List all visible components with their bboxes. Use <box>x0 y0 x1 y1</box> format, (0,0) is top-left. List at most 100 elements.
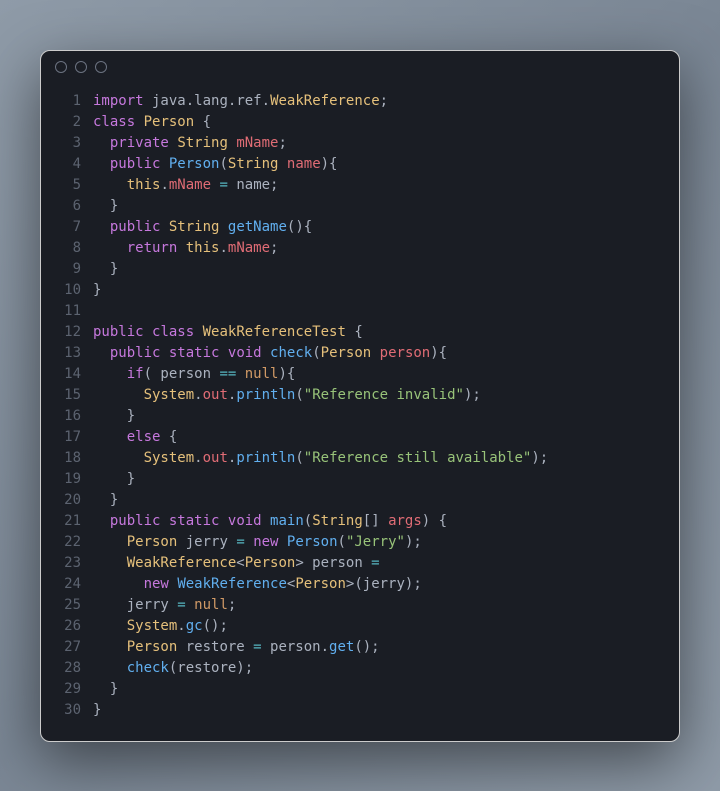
line-number: 19 <box>57 469 81 490</box>
token: WeakReference <box>270 93 380 109</box>
token <box>93 576 144 592</box>
token: String <box>177 135 228 151</box>
line-content: } <box>93 679 118 700</box>
code-line[interactable]: 25 jerry = null; <box>57 595 663 616</box>
token <box>93 450 144 466</box>
code-editor[interactable]: 1import java.lang.ref.WeakReference;2cla… <box>41 83 679 741</box>
token: public <box>93 324 144 340</box>
code-line[interactable]: 3 private String mName; <box>57 133 663 154</box>
token: < <box>236 555 244 571</box>
token <box>93 345 110 361</box>
code-line[interactable]: 22 Person jerry = new Person("Jerry"); <box>57 532 663 553</box>
token: ; <box>380 93 388 109</box>
token <box>236 366 244 382</box>
token <box>278 534 286 550</box>
token: [] <box>363 513 388 529</box>
line-number: 22 <box>57 532 81 553</box>
line-number: 3 <box>57 133 81 154</box>
token <box>93 156 110 172</box>
token: "Reference invalid" <box>304 387 464 403</box>
code-line[interactable]: 1import java.lang.ref.WeakReference; <box>57 91 663 112</box>
code-line[interactable]: 6 } <box>57 196 663 217</box>
token: = <box>236 534 244 550</box>
token: { <box>160 429 177 445</box>
token: get <box>329 639 354 655</box>
token: = <box>177 597 185 613</box>
line-content: private String mName; <box>93 133 287 154</box>
token: null <box>245 366 279 382</box>
token: WeakReference <box>127 555 237 571</box>
token <box>93 618 127 634</box>
traffic-light-close-icon[interactable] <box>55 61 67 73</box>
code-line[interactable]: 30} <box>57 700 663 721</box>
token: ); <box>405 534 422 550</box>
code-line[interactable]: 9 } <box>57 259 663 280</box>
code-line[interactable]: 23 WeakReference<Person> person = <box>57 553 663 574</box>
token: = <box>253 639 261 655</box>
line-content: public String getName(){ <box>93 217 312 238</box>
line-number: 20 <box>57 490 81 511</box>
code-line[interactable]: 27 Person restore = person.get(); <box>57 637 663 658</box>
code-line[interactable]: 13 public static void check(Person perso… <box>57 343 663 364</box>
line-content: WeakReference<Person> person = <box>93 553 380 574</box>
token <box>160 345 168 361</box>
token: Person <box>287 534 338 550</box>
token: ; <box>270 240 278 256</box>
token <box>93 513 110 529</box>
token <box>194 324 202 340</box>
line-content: if( person == null){ <box>93 364 295 385</box>
code-line[interactable]: 17 else { <box>57 427 663 448</box>
token: args <box>388 513 422 529</box>
code-line[interactable]: 15 System.out.println("Reference invalid… <box>57 385 663 406</box>
code-line[interactable]: 5 this.mName = name; <box>57 175 663 196</box>
code-line[interactable]: 20 } <box>57 490 663 511</box>
token: check <box>270 345 312 361</box>
line-number: 14 <box>57 364 81 385</box>
code-line[interactable]: 29 } <box>57 679 663 700</box>
token: ( person <box>144 366 220 382</box>
code-line[interactable]: 14 if( person == null){ <box>57 364 663 385</box>
line-number: 5 <box>57 175 81 196</box>
code-line[interactable]: 26 System.gc(); <box>57 616 663 637</box>
line-number: 28 <box>57 658 81 679</box>
code-line[interactable]: 18 System.out.println("Reference still a… <box>57 448 663 469</box>
code-line[interactable]: 4 public Person(String name){ <box>57 154 663 175</box>
token: public <box>110 219 161 235</box>
token: restore <box>177 639 253 655</box>
token: java <box>144 93 186 109</box>
token: return <box>127 240 178 256</box>
token: import <box>93 93 144 109</box>
token: System <box>144 450 195 466</box>
code-line[interactable]: 10} <box>57 280 663 301</box>
code-line[interactable]: 12public class WeakReferenceTest { <box>57 322 663 343</box>
code-line[interactable]: 7 public String getName(){ <box>57 217 663 238</box>
token <box>371 345 379 361</box>
token: WeakReference <box>177 576 287 592</box>
line-content: check(restore); <box>93 658 253 679</box>
token: } <box>93 282 101 298</box>
code-line[interactable]: 8 return this.mName; <box>57 238 663 259</box>
line-content: } <box>93 196 118 217</box>
code-line[interactable]: 21 public static void main(String[] args… <box>57 511 663 532</box>
line-number: 2 <box>57 112 81 133</box>
token: (); <box>354 639 379 655</box>
traffic-light-zoom-icon[interactable] <box>95 61 107 73</box>
token: person. <box>262 639 329 655</box>
code-line[interactable]: 11 <box>57 301 663 322</box>
code-line[interactable]: 24 new WeakReference<Person>(jerry); <box>57 574 663 595</box>
token: } <box>93 408 135 424</box>
code-line[interactable]: 19 } <box>57 469 663 490</box>
traffic-light-minimize-icon[interactable] <box>75 61 87 73</box>
token: Person <box>245 555 296 571</box>
token: == <box>219 366 236 382</box>
line-number: 12 <box>57 322 81 343</box>
code-line[interactable]: 16 } <box>57 406 663 427</box>
code-line[interactable]: 2class Person { <box>57 112 663 133</box>
code-line[interactable]: 28 check(restore); <box>57 658 663 679</box>
line-content: System.out.println("Reference invalid"); <box>93 385 481 406</box>
token: ( <box>338 534 346 550</box>
token: . <box>177 618 185 634</box>
token: String <box>312 513 363 529</box>
token: { <box>346 324 363 340</box>
token: ( <box>312 345 320 361</box>
